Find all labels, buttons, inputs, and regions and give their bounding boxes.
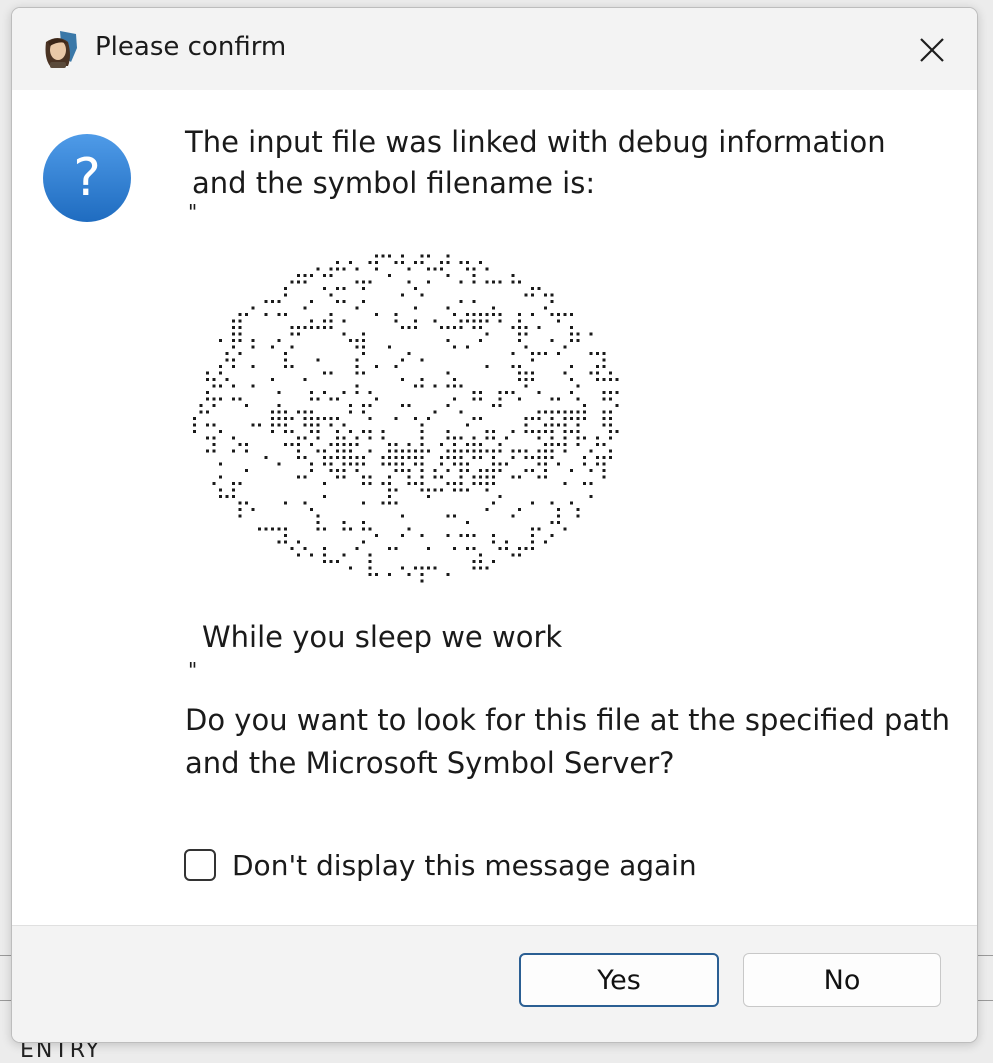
message-line-2: and the symbol filename is: xyxy=(192,166,596,200)
ascii-art-face xyxy=(187,240,647,590)
open-quote: " xyxy=(188,200,198,224)
title-bar[interactable]: Please confirm xyxy=(12,8,977,90)
message-line-1: The input file was linked with debug inf… xyxy=(185,125,886,159)
svg-text:?: ? xyxy=(73,148,101,208)
close-button[interactable] xyxy=(908,26,956,74)
dialog-title: Please confirm xyxy=(95,32,287,62)
symbol-filename: While you sleep we work xyxy=(202,620,563,654)
checkbox-box[interactable] xyxy=(184,849,216,881)
prompt-line-2: and the Microsoft Symbol Server? xyxy=(185,746,675,780)
prompt-line-1: Do you want to look for this file at the… xyxy=(185,703,950,737)
app-avatar-icon xyxy=(38,28,80,70)
close-icon xyxy=(920,38,944,62)
question-icon: ? xyxy=(42,133,132,223)
yes-button[interactable]: Yes xyxy=(519,953,719,1007)
confirm-dialog: Please confirm ? The input file was link… xyxy=(11,7,978,1043)
no-button[interactable]: No xyxy=(743,953,941,1007)
checkbox-label[interactable]: Don't display this message again xyxy=(232,849,697,882)
close-quote: " xyxy=(188,658,198,682)
